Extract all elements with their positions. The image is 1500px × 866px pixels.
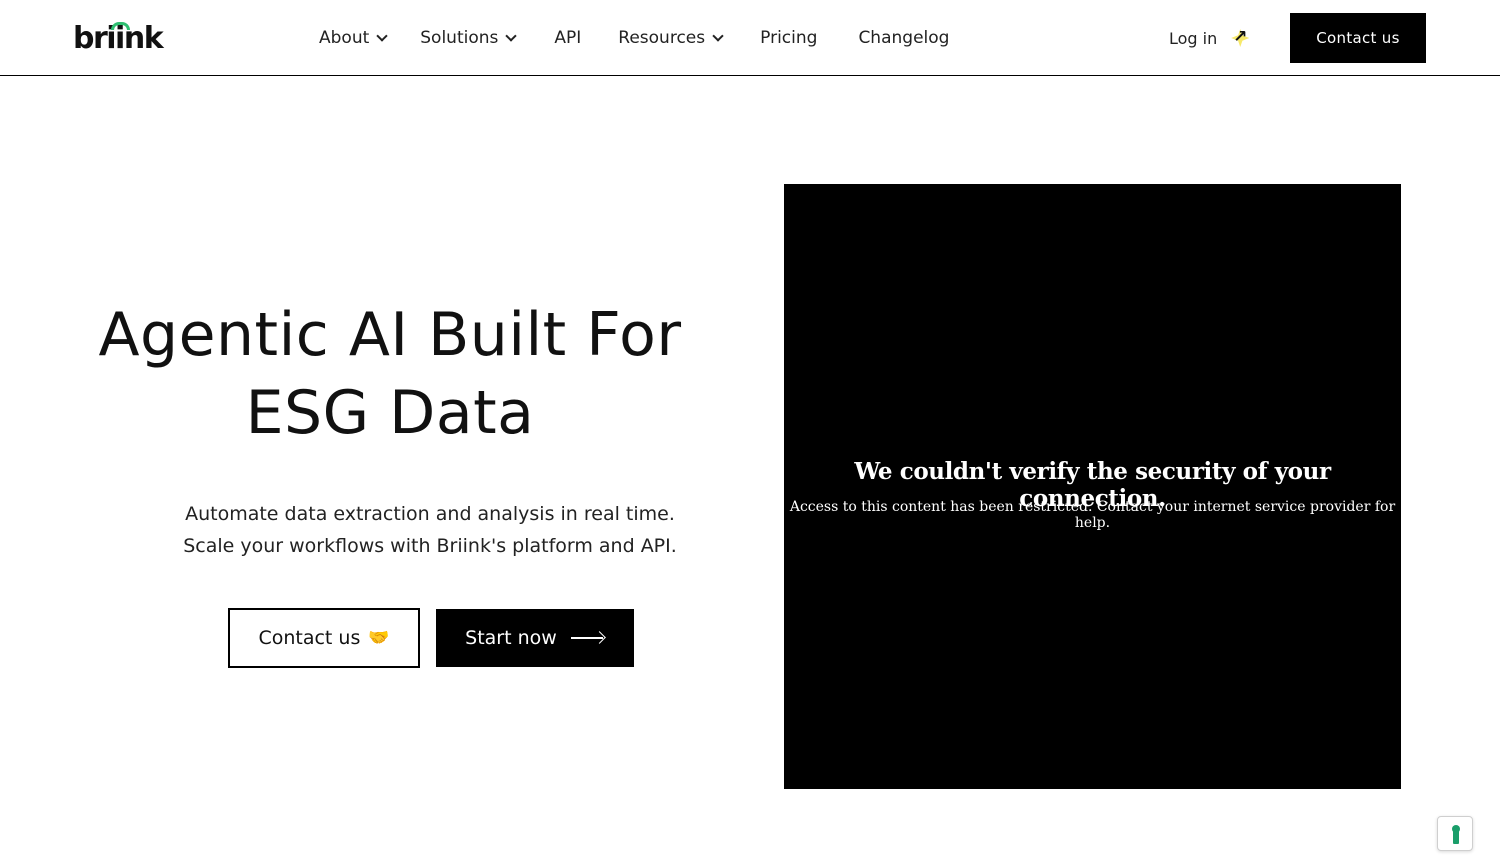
briink-logo[interactable]: briink [73, 18, 164, 54]
chevron-down-icon [712, 30, 724, 42]
icon-stem [1453, 831, 1459, 844]
handshake-icon: 🤝 [368, 628, 390, 648]
nav-label-api: API [554, 28, 582, 48]
hero-title-line2: ESG Data [245, 378, 535, 448]
blocked-message: Access to this content has been restrict… [789, 499, 1396, 531]
nav-label-about: About [319, 28, 370, 48]
start-now-button[interactable]: Start now [436, 609, 634, 667]
hero-title: Agentic AI Built For ESG Data [40, 296, 740, 452]
nav-label-solutions: Solutions [420, 28, 499, 48]
nav-item-about[interactable]: About [319, 28, 388, 48]
blocked-media-panel: We couldn't verify the security of your … [784, 184, 1401, 789]
login-link[interactable]: Log in ↗ [1169, 26, 1251, 50]
sparkle-arrow-icon: ↗ [1229, 27, 1251, 49]
chevron-down-icon [376, 30, 388, 42]
nav-item-pricing[interactable]: Pricing [760, 28, 817, 48]
nav-item-api[interactable]: API [554, 28, 581, 48]
nav-item-changelog[interactable]: Changelog [858, 28, 949, 48]
site-header: briink About Solutions API Resources Pri… [0, 0, 1500, 76]
logo-accent-mark [111, 22, 130, 30]
hero-subtitle: Automate data extraction and analysis in… [120, 498, 740, 562]
arrow-up-right-icon: ↗ [1233, 27, 1248, 47]
hero-subtitle-line2: Scale your workflows with Briink's platf… [183, 535, 677, 557]
accessibility-icon [1452, 825, 1460, 844]
nav-item-solutions[interactable]: Solutions [420, 28, 518, 48]
nav-item-resources[interactable]: Resources [618, 28, 724, 48]
login-label: Log in [1169, 28, 1218, 48]
accessibility-widget-button[interactable] [1437, 816, 1473, 851]
main-nav: About Solutions API Resources Pricing Ch… [319, 25, 949, 51]
arrow-right-icon [570, 632, 605, 644]
hero-title-line1: Agentic AI Built For [98, 300, 682, 370]
hero-contact-button[interactable]: Contact us 🤝 [228, 608, 420, 668]
nav-label-changelog: Changelog [858, 28, 950, 48]
chevron-down-icon [505, 30, 518, 42]
header-contact-button[interactable]: Contact us [1290, 13, 1426, 63]
hero-subtitle-line1: Automate data extraction and analysis in… [185, 503, 675, 525]
hero-contact-label: Contact us [258, 627, 361, 649]
nav-label-pricing: Pricing [760, 28, 818, 48]
start-now-label: Start now [465, 627, 557, 649]
nav-label-resources: Resources [618, 28, 706, 48]
